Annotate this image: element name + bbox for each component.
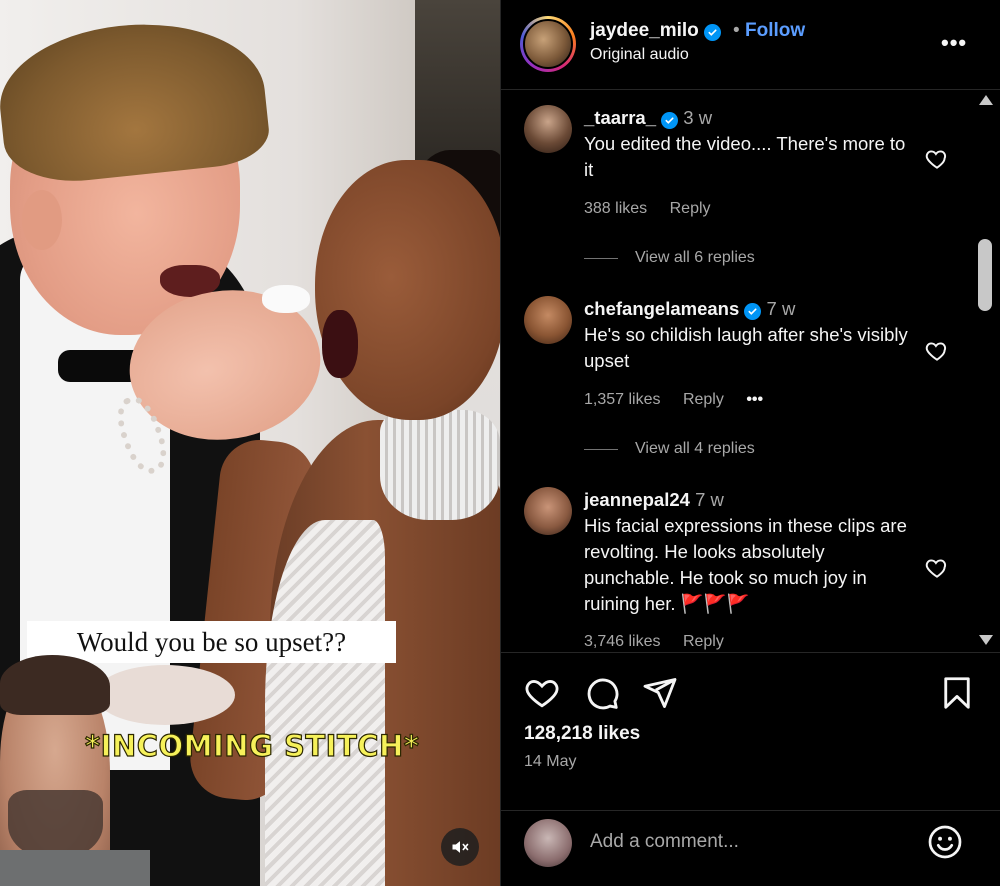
comment-more-options-icon[interactable]: ••• bbox=[746, 391, 763, 408]
comment-meta: 3,746 likes Reply bbox=[584, 633, 742, 651]
mute-button[interactable] bbox=[441, 828, 479, 866]
comments-list[interactable]: _taarra_ 3 w You edited the video.... Th… bbox=[501, 91, 1000, 651]
commenter-avatar[interactable] bbox=[524, 105, 572, 153]
reply-button[interactable]: Reply bbox=[670, 200, 711, 217]
bookmark-icon[interactable] bbox=[939, 675, 975, 711]
stitch-creator-hair bbox=[0, 655, 110, 715]
share-icon[interactable] bbox=[642, 675, 678, 711]
post-likes-count[interactable]: 128,218 likes bbox=[524, 723, 640, 745]
scroll-up-arrow-icon[interactable] bbox=[979, 95, 993, 105]
reply-button[interactable]: Reply bbox=[683, 391, 724, 408]
scroll-down-arrow-icon[interactable] bbox=[979, 635, 993, 645]
author-username[interactable]: jaydee_milo bbox=[590, 20, 722, 42]
view-replies-button[interactable]: View all 6 replies bbox=[584, 249, 755, 267]
groom-ear bbox=[22, 190, 62, 250]
comment-content: jeannepal24 7 w His facial expressions i… bbox=[584, 487, 914, 617]
author-avatar-image bbox=[523, 19, 573, 69]
cake-plate bbox=[95, 665, 235, 725]
comment-text: He's so childish laugh after she's visib… bbox=[584, 324, 908, 371]
more-options-icon[interactable]: ••• bbox=[941, 30, 967, 56]
commenter-avatar[interactable] bbox=[524, 487, 572, 535]
comment-likes[interactable]: 3,746 likes bbox=[584, 633, 661, 650]
bride-dress bbox=[265, 520, 385, 886]
commenter-username[interactable]: chefangelameans bbox=[584, 298, 739, 319]
comment-like-heart-icon[interactable] bbox=[924, 338, 950, 364]
verified-badge-icon bbox=[744, 303, 762, 320]
add-comment-input[interactable] bbox=[590, 825, 910, 859]
post-actions: 128,218 likes 14 May bbox=[501, 652, 1000, 812]
comment-time: 7 w bbox=[695, 489, 724, 510]
background-door bbox=[415, 0, 500, 170]
author-username-text: jaydee_milo bbox=[590, 20, 699, 41]
speaker-muted-icon bbox=[452, 841, 469, 853]
comment-content: _taarra_ 3 w You edited the video.... Th… bbox=[584, 105, 914, 183]
heart-icon[interactable] bbox=[524, 675, 560, 711]
cake-piece bbox=[262, 285, 310, 313]
reply-button[interactable]: Reply bbox=[683, 633, 724, 650]
separator-dot: • bbox=[733, 20, 740, 41]
verified-badge-icon bbox=[704, 24, 722, 41]
commenter-username[interactable]: _taarra_ bbox=[584, 107, 656, 128]
comment-likes[interactable]: 1,357 likes bbox=[584, 391, 661, 408]
stitch-creator-shirt bbox=[0, 850, 150, 886]
comment-time: 3 w bbox=[683, 107, 713, 128]
current-user-avatar bbox=[524, 819, 572, 867]
add-comment-bar bbox=[501, 810, 1000, 886]
commenter-avatar[interactable] bbox=[524, 296, 572, 344]
bride-face bbox=[315, 160, 500, 420]
bride-collar bbox=[380, 410, 500, 520]
view-replies-label: View all 4 replies bbox=[635, 440, 755, 457]
replies-divider bbox=[584, 257, 618, 259]
comment-time: 7 w bbox=[766, 298, 796, 319]
comment-text: His facial expressions in these clips ar… bbox=[584, 515, 907, 614]
replies-divider bbox=[584, 448, 618, 450]
emoji-icon[interactable] bbox=[927, 824, 963, 860]
author-avatar[interactable] bbox=[520, 16, 576, 72]
comment-content: chefangelameans 7 w He's so childish lau… bbox=[584, 296, 914, 374]
comment-meta: 388 likes Reply bbox=[584, 200, 729, 218]
audio-label[interactable]: Original audio bbox=[590, 46, 689, 64]
comment-icon[interactable] bbox=[584, 675, 620, 711]
follow-button[interactable]: Follow bbox=[745, 20, 805, 42]
view-replies-label: View all 6 replies bbox=[635, 249, 755, 266]
video-player[interactable]: Would you be so upset?? *INCOMING STITCH… bbox=[0, 0, 500, 886]
post-header: jaydee_milo • Follow Original audio ••• bbox=[501, 0, 1000, 90]
comment-like-heart-icon[interactable] bbox=[924, 146, 950, 172]
stitch-label: *INCOMING STITCH* bbox=[84, 728, 420, 763]
comment-likes[interactable]: 388 likes bbox=[584, 200, 647, 217]
bride-mouth bbox=[322, 310, 358, 378]
comments-scrollbar[interactable] bbox=[976, 91, 996, 651]
view-replies-button[interactable]: View all 4 replies bbox=[584, 440, 755, 458]
post-date: 14 May bbox=[524, 753, 577, 770]
scroll-thumb[interactable] bbox=[978, 239, 992, 311]
comment-text: You edited the video.... There's more to… bbox=[584, 133, 906, 180]
verified-badge-icon bbox=[661, 112, 679, 129]
comment-like-heart-icon[interactable] bbox=[924, 555, 950, 581]
post-sidebar: jaydee_milo • Follow Original audio ••• … bbox=[500, 0, 1000, 886]
commenter-username[interactable]: jeannepal24 bbox=[584, 489, 690, 510]
comment-meta: 1,357 likes Reply ••• bbox=[584, 391, 781, 409]
video-caption: Would you be so upset?? bbox=[27, 621, 396, 663]
